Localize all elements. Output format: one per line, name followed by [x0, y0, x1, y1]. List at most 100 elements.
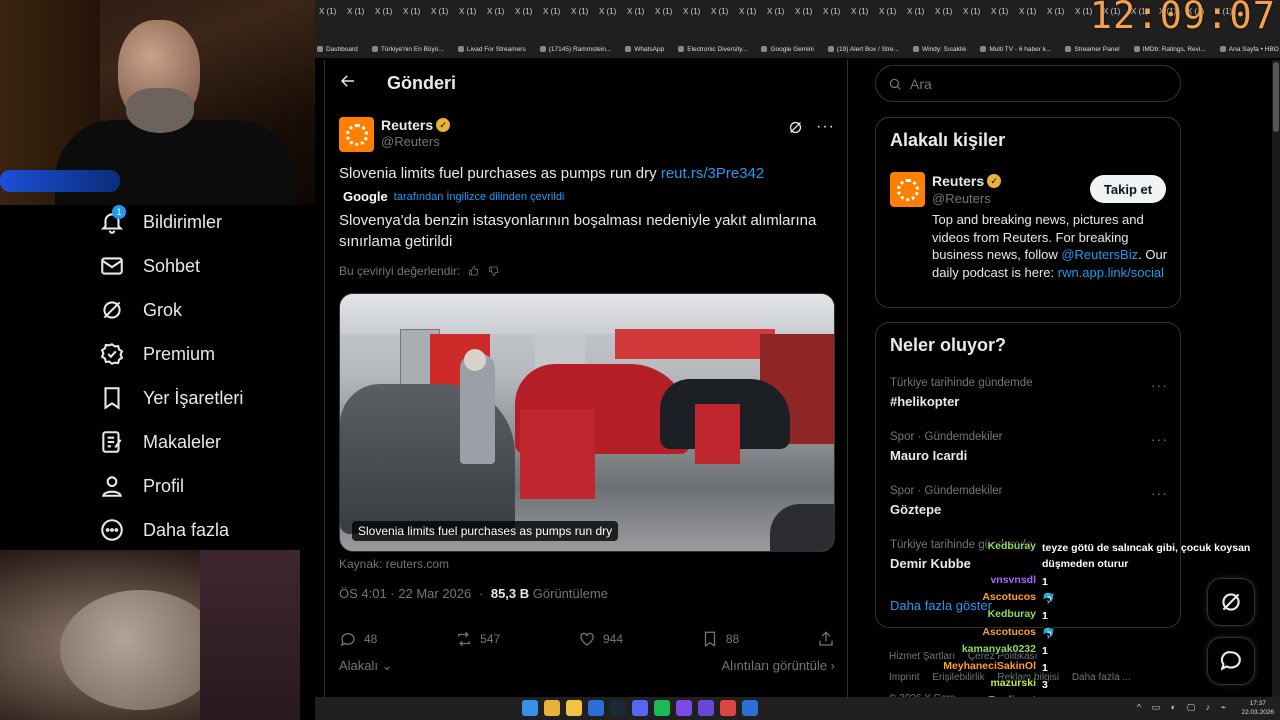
trend-more-icon[interactable]: ···	[1151, 431, 1168, 447]
browser-tab[interactable]: X (1)	[403, 7, 431, 16]
author-name[interactable]: Reuters	[381, 117, 433, 133]
system-tray-icons[interactable]: ^ ▭ ◐ ▢ ♪ ⌁	[1137, 702, 1230, 713]
browser-tab[interactable]: X (1)	[347, 7, 375, 16]
search-input[interactable]: Ara	[875, 65, 1181, 102]
app-icon[interactable]	[588, 700, 604, 716]
bio-link-reutersbiz[interactable]: @ReutersBiz	[1061, 247, 1138, 262]
nav-item-chat[interactable]: Sohbet	[95, 244, 315, 288]
reply-button[interactable]: 48	[339, 630, 377, 648]
browser-tab[interactable]: X (1)	[375, 7, 403, 16]
nav-item-profile[interactable]: Profil	[95, 464, 315, 508]
share-button[interactable]	[817, 630, 835, 648]
bookmark-item[interactable]: Windy: Sıcaklık	[912, 46, 966, 53]
browser-tab[interactable]: X (1)	[963, 7, 991, 16]
view-quotes-link[interactable]: Alıntıları görüntüle ›	[722, 658, 835, 674]
browser-tab[interactable]: X (1)	[935, 7, 963, 16]
bookmark-item[interactable]: IMDb: Ratings, Revi...	[1133, 46, 1206, 53]
post-time[interactable]: ÖS 4:01 · 22 Mar 2026	[339, 586, 471, 601]
browser-tab[interactable]: X (1)	[739, 7, 767, 16]
nav-item-bookmarks[interactable]: Yer İşaretleri	[95, 376, 315, 420]
browser-tab[interactable]: X (1)	[907, 7, 935, 16]
trend-more-icon[interactable]: ···	[1151, 377, 1168, 393]
nav-item-notifications[interactable]: 1 Bildirimler	[95, 200, 315, 244]
browser-tab[interactable]: X (1)	[543, 7, 571, 16]
browser-tab[interactable]: X (1)	[823, 7, 851, 16]
bookmark-item[interactable]: Streamer Panel	[1065, 46, 1120, 53]
bookmark-item[interactable]: Dashboard	[317, 46, 358, 53]
trend-item[interactable]: Spor · Gündemdekiler Göztepe ···	[890, 485, 1168, 517]
browser-tab[interactable]: X (1)	[795, 7, 823, 16]
nav-item-articles[interactable]: Makaleler	[95, 420, 315, 464]
browser-tab[interactable]: X (1)	[711, 7, 739, 16]
back-button[interactable]	[339, 72, 357, 95]
bookmark-item[interactable]: Electronic Diversity...	[678, 46, 747, 53]
reuters-avatar[interactable]	[890, 172, 925, 207]
browser-tab[interactable]: X (1)	[1047, 7, 1075, 16]
browser-tab[interactable]: X (1)	[1019, 7, 1047, 16]
bio-link-podcast[interactable]: rwn.app.link/social	[1058, 265, 1164, 280]
related-people-panel: Alakalı kişiler Reuters ✓ @Reuters Takip …	[875, 117, 1181, 308]
bookmark-item[interactable]: WhatsApp	[625, 46, 664, 53]
post-author[interactable]: Reuters ✓ @Reuters	[339, 117, 451, 152]
chrome-icon[interactable]	[544, 700, 560, 716]
sort-relevant-dropdown[interactable]: Alakalı ⌄	[339, 658, 393, 674]
thumbs-down-icon[interactable]	[488, 265, 500, 277]
grok-icon[interactable]	[787, 119, 804, 136]
steam-icon[interactable]	[610, 700, 626, 716]
scrollbar-track[interactable]	[1272, 60, 1280, 700]
browser-tab[interactable]: X (1)	[991, 7, 1019, 16]
trend-item[interactable]: Spor · Gündemdekiler Mauro Icardi ···	[890, 431, 1168, 463]
browser-tab[interactable]: X (1)	[431, 7, 459, 16]
bookmark-button[interactable]: 88	[701, 630, 739, 648]
trend-item[interactable]: Türkiye tarihinde gündemde #helikopter ·…	[890, 377, 1168, 409]
bookmark-item[interactable]: Livad For Streamers	[457, 46, 526, 53]
post-media-image[interactable]: Slovenia limits fuel purchases as pumps …	[339, 293, 835, 552]
browser-tab[interactable]: X (1)	[319, 7, 347, 16]
bookmark-item[interactable]: Multi TV - 6 haber k...	[980, 46, 1051, 53]
app-icon[interactable]	[720, 700, 736, 716]
browser-tab[interactable]: X (1)	[515, 7, 543, 16]
trend-more-icon[interactable]: ···	[1151, 485, 1168, 501]
bookmark-item[interactable]: Ana Sayfa • HBO Max	[1219, 46, 1280, 53]
more-options-icon[interactable]: ···	[816, 118, 835, 136]
browser-tab[interactable]: X (1)	[851, 7, 879, 16]
bookmark-item[interactable]: Google Gemini	[761, 46, 814, 53]
post-link[interactable]: reut.rs/3Pre342	[661, 165, 764, 182]
nav-item-more[interactable]: Daha fazla	[95, 508, 315, 552]
browser-tab[interactable]: X (1)	[879, 7, 907, 16]
browser-tab[interactable]: X (1)	[599, 7, 627, 16]
windows-start-icon[interactable]	[522, 700, 538, 716]
translation-link[interactable]: tarafından İngilizce dilinden çevrildi	[394, 191, 565, 203]
browser-tab[interactable]: X (1)	[655, 7, 683, 16]
related-name[interactable]: Reuters	[932, 173, 984, 189]
browser-tab[interactable]: X (1)	[627, 7, 655, 16]
reuters-avatar[interactable]	[339, 117, 374, 152]
file-explorer-icon[interactable]	[566, 700, 582, 716]
app-icon[interactable]	[742, 700, 758, 716]
spotify-icon[interactable]	[654, 700, 670, 716]
bookmark-item[interactable]: (17145) Rammstein...	[539, 46, 611, 53]
footer-link[interactable]: Imprint	[889, 672, 920, 683]
browser-tab[interactable]: X (1)	[487, 7, 515, 16]
like-button[interactable]: 944	[578, 630, 623, 648]
discord-icon[interactable]	[632, 700, 648, 716]
link-source[interactable]: Kaynak: reuters.com	[339, 557, 449, 571]
chat-text: teyze götü de salıncak gibi, çocuk koysa…	[1042, 542, 1251, 570]
browser-tab[interactable]: X (1)	[683, 7, 711, 16]
thumbs-up-icon[interactable]	[468, 265, 480, 277]
browser-tab[interactable]: X (1)	[767, 7, 795, 16]
nav-item-premium[interactable]: Premium	[95, 332, 315, 376]
bookmark-item[interactable]: Türkiye'nin En Büyü...	[371, 46, 444, 53]
follow-button[interactable]: Takip et	[1090, 175, 1166, 203]
bookmark-item[interactable]: (19) Alert Box / Stre...	[827, 46, 899, 53]
browser-tab[interactable]: X (1)	[459, 7, 487, 16]
nav-item-grok[interactable]: Grok	[95, 288, 315, 332]
taskbar-clock[interactable]: 17:37 22.03.2026	[1241, 699, 1274, 717]
author-handle[interactable]: @Reuters	[381, 134, 450, 149]
scrollbar-thumb[interactable]	[1273, 62, 1279, 132]
app-icon[interactable]	[698, 700, 714, 716]
app-icon[interactable]	[676, 700, 692, 716]
repost-button[interactable]: 547	[455, 630, 500, 648]
browser-tab[interactable]: X (1)	[571, 7, 599, 16]
related-handle[interactable]: @Reuters	[932, 191, 991, 206]
